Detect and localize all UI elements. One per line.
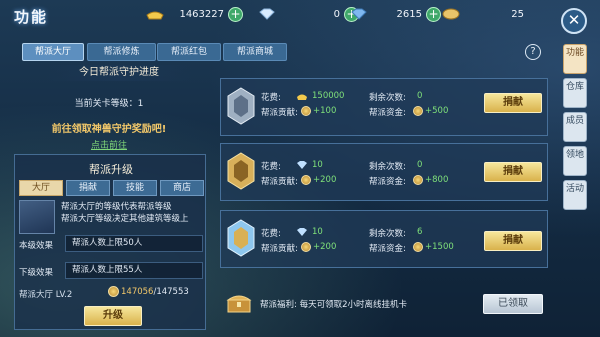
tab-guild-hall[interactable]: 帮派大厅 [22,43,84,61]
diamond-icon [259,8,275,20]
treasure-chest-icon [226,295,252,313]
guild-fund-icon [413,175,423,185]
donation-row-1: 花费: 150000 帮派贡献: +100 剩余次数: 0 帮派资金: +500… [220,78,548,136]
guild-upgrade-panel: 帮派升级 大厅 捐献 技能 商店 帮派大厅的等级代表帮派等级 帮派大厅等级决定其… [14,154,206,330]
donation-row-3: 花费: 10 帮派贡献: +200 剩余次数: 6 帮派资金: +1500 捐献 [220,210,548,268]
sub-tab-donate[interactable]: 捐献 [66,180,110,196]
close-button[interactable]: ✕ [561,8,587,34]
current-level: 当前关卡等级：1 [74,99,144,109]
current-effect-label: 本级效果 [19,241,54,251]
hall-description: 帮派大厅的等级代表帮派等级 帮派大厅等级决定其他建筑等级上 [61,202,189,224]
guild-fund-icon [413,242,423,252]
current-effect-value: 帮派人数上限50人 [65,235,203,252]
side-tab-territory[interactable]: 领地 [563,146,587,176]
tab-guild-red-packet[interactable]: 帮派红包 [157,43,221,61]
crystal-emblem-icon [227,219,255,257]
donate-button-3[interactable]: 捐献 [484,231,542,251]
coin-purse-icon [442,8,460,20]
add-blue-diamond-button[interactable]: + [426,6,441,22]
help-icon[interactable]: ? [525,44,541,60]
beast-reward-text: 前往领取神兽守护奖励吧! [51,124,167,135]
side-tab-function[interactable]: 功能 [563,44,587,74]
donate-button-1[interactable]: 捐献 [484,93,542,113]
tab-guild-cultivation[interactable]: 帮派修炼 [87,43,156,61]
donate-button-2[interactable]: 捐献 [484,162,542,182]
contribution-icon [301,242,311,252]
donation-row-2: 花费: 10 帮派贡献: +200 剩余次数: 0 帮派资金: +800 捐献 [220,143,548,201]
contribution-icon [301,106,311,116]
guild-hall-image [19,200,55,234]
claimed-button[interactable]: 已领取 [483,294,543,314]
gold-emblem-icon [227,152,255,190]
hall-level: 帮派大厅 LV.2 [19,290,73,300]
resource-blue-diamond: 2615 + [350,5,441,23]
guild-coin-icon [108,286,119,297]
top-bar: 功能 1463227 + 0 + 2615 + 25 [0,0,600,28]
gold-ingot-icon [297,94,307,100]
sub-tab-shop[interactable]: 商店 [160,180,204,196]
diamond-icon [297,228,307,236]
sub-tab-hall[interactable]: 大厅 [19,180,63,196]
upgrade-title: 帮派升级 [89,163,133,176]
diamond-icon [297,161,307,169]
upgrade-button[interactable]: 升级 [84,306,142,326]
guard-progress-panel: 今日帮派守护进度 当前关卡等级：1 前往领取神兽守护奖励吧! 点击前往 [14,65,204,153]
resource-diamond: 0 + [258,5,359,23]
page-title: 功能 [14,8,49,26]
goto-link[interactable]: 点击前往 [14,138,204,151]
tab-guild-shop[interactable]: 帮派商城 [223,43,287,61]
next-effect-label: 下级效果 [19,268,54,278]
resource-coin-purse: 25 [442,5,524,23]
guild-fund-icon [413,106,423,116]
add-gold-button[interactable]: + [228,6,243,22]
guild-welfare-text: 帮派福利: 每天可领取2小时离线挂机卡 [260,300,407,310]
sub-tab-skills[interactable]: 技能 [113,180,157,196]
side-tab-members[interactable]: 成员 [563,112,587,142]
silver-emblem-icon [227,87,255,125]
gold-ingot-icon [146,11,164,20]
resource-gold: 1463227 + [146,5,243,23]
next-effect-value: 帮派人数上限55人 [65,262,203,279]
side-tab-warehouse[interactable]: 仓库 [563,78,587,108]
contribution-icon [301,175,311,185]
guard-banner: 今日帮派守护进度 [46,65,192,81]
blue-diamond-icon [351,8,367,20]
fund-progress: 147056/147553 [108,286,189,297]
side-tab-activity[interactable]: 活动 [563,180,587,210]
